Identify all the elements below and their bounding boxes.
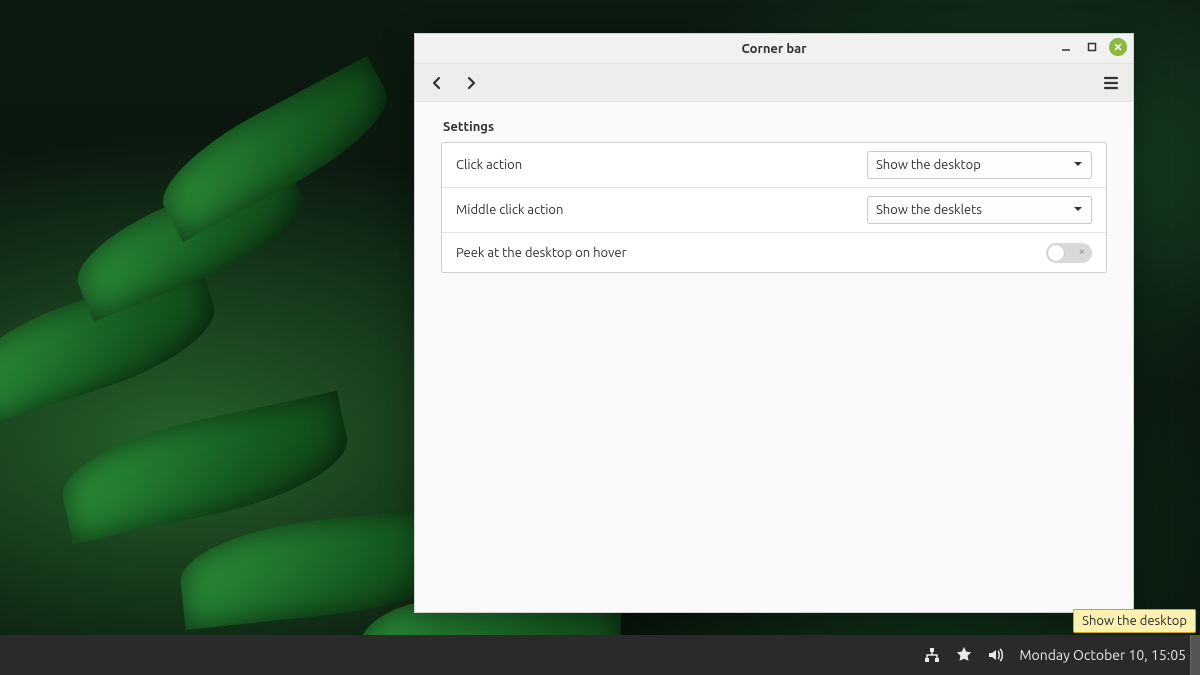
window-minimize-button[interactable] [1057, 38, 1075, 56]
setting-label: Click action [456, 158, 867, 172]
setting-row-peek-hover: Peek at the desktop on hover × [442, 232, 1106, 272]
window-maximize-button[interactable] [1083, 38, 1101, 56]
star-icon[interactable] [955, 646, 973, 664]
select-value: Show the desklets [876, 203, 1067, 217]
settings-window: Corner bar Settings Click [414, 33, 1134, 613]
peek-hover-switch[interactable]: × [1046, 243, 1092, 263]
settings-content: Settings Click action Show the desktop M… [415, 102, 1133, 612]
middle-click-action-select[interactable]: Show the desklets [867, 196, 1092, 224]
network-icon[interactable] [923, 646, 941, 664]
setting-row-click-action: Click action Show the desktop [442, 143, 1106, 187]
toolbar [415, 64, 1133, 102]
taskbar-panel[interactable]: Monday October 10, 15:05 [0, 635, 1200, 675]
forward-button[interactable] [459, 71, 483, 95]
corner-bar-hotcorner[interactable] [1190, 635, 1200, 675]
setting-label: Middle click action [456, 203, 867, 217]
click-action-select[interactable]: Show the desktop [867, 151, 1092, 179]
back-button[interactable] [425, 71, 449, 95]
window-title: Corner bar [741, 42, 806, 56]
volume-icon[interactable] [987, 646, 1005, 664]
section-title: Settings [443, 120, 1107, 134]
setting-label: Peek at the desktop on hover [456, 246, 1046, 260]
switch-off-mark: × [1079, 246, 1085, 258]
corner-bar-tooltip: Show the desktop [1073, 609, 1196, 633]
setting-row-middle-click-action: Middle click action Show the desklets [442, 187, 1106, 232]
switch-knob [1048, 245, 1064, 261]
select-value: Show the desktop [876, 158, 1067, 172]
window-titlebar[interactable]: Corner bar [415, 34, 1133, 64]
chevron-down-icon [1073, 158, 1083, 172]
window-controls [1057, 38, 1127, 56]
menu-button[interactable] [1099, 71, 1123, 95]
panel-clock[interactable]: Monday October 10, 15:05 [1019, 647, 1190, 663]
chevron-down-icon [1073, 203, 1083, 217]
settings-group: Click action Show the desktop Middle cli… [441, 142, 1107, 273]
window-close-button[interactable] [1109, 38, 1127, 56]
